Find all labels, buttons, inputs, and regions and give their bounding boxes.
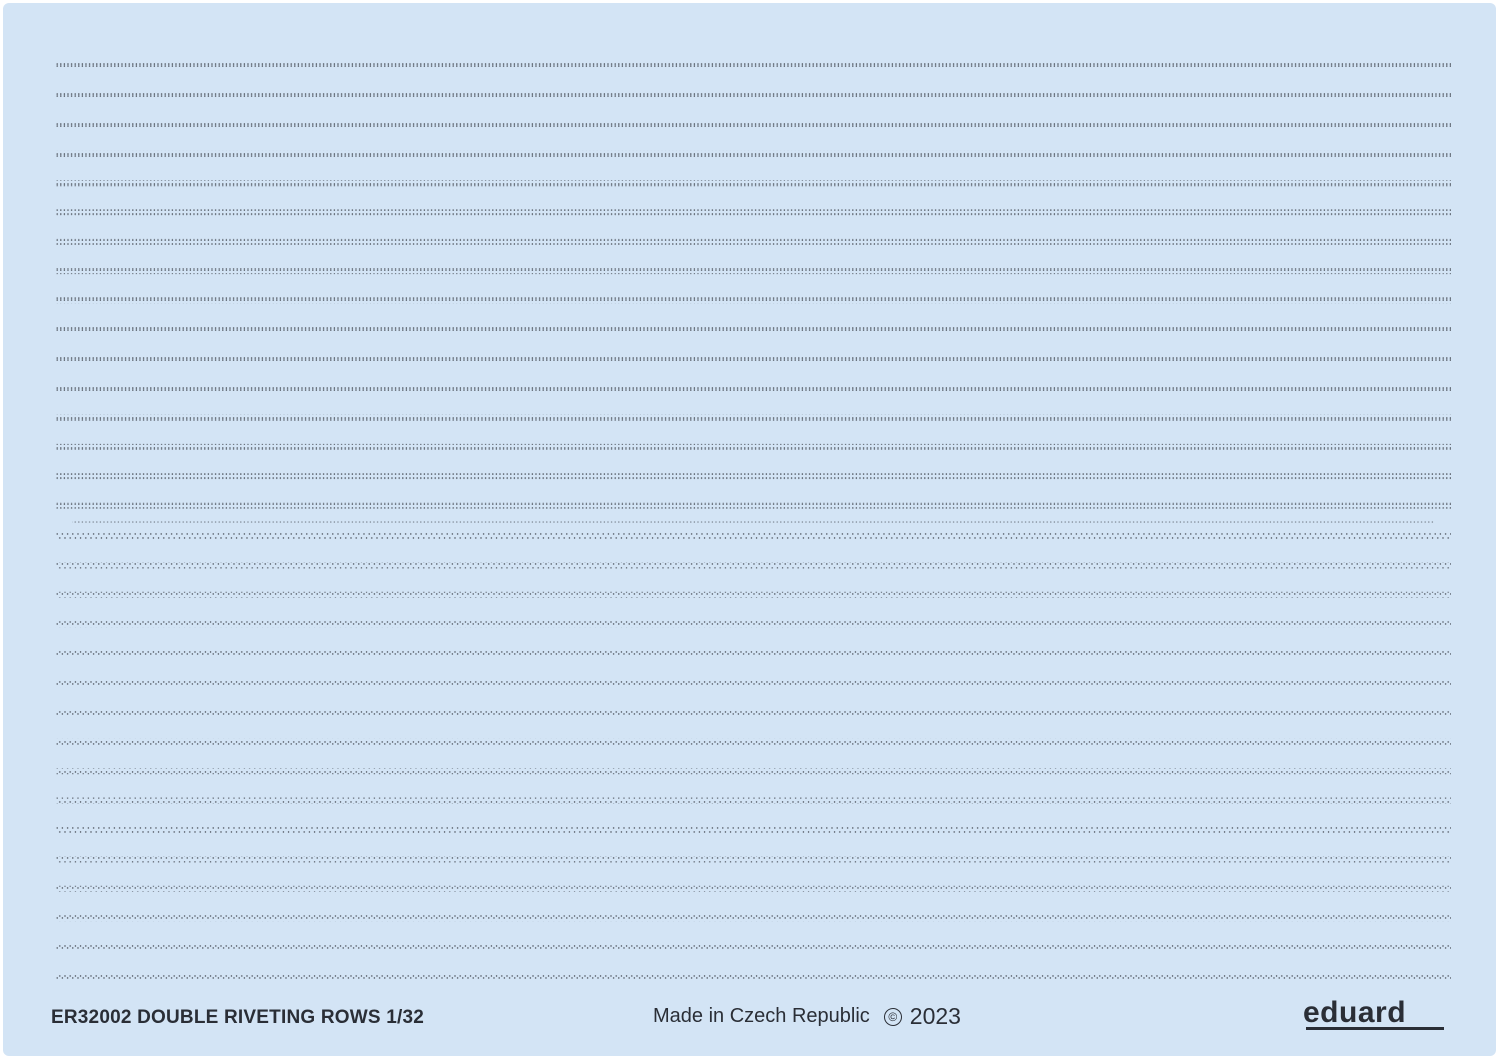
straight-rivet-row [56,326,1451,333]
staggered-rivet-row [56,974,1451,980]
straight-rivet-row [56,150,1451,157]
logo-underline [1306,1027,1444,1030]
staggered-rivet-row [56,533,1451,539]
straight-rivet-row [56,121,1451,128]
riveting-rows-graphic [56,63,1451,980]
straight-rivet-row [56,297,1451,304]
straight-rivet-row [56,473,1451,480]
staggered-rivet-row [56,591,1451,598]
staggered-rivet-row [56,562,1451,569]
straight-rivet-row [56,268,1451,275]
eduard-logo: eduard [1303,996,1407,1029]
straight-rivet-row [56,385,1451,392]
staggered-rivet-row [56,650,1451,657]
straight-double-rows [56,63,1451,523]
staggered-rivet-row [56,885,1451,892]
staggered-rivet-row [56,738,1451,745]
staggered-rivet-row [56,709,1451,716]
straight-rivet-row [56,356,1451,362]
staggered-rivet-row [56,797,1451,804]
copyright-icon: © [883,1007,902,1026]
decal-sheet: ER32002 DOUBLE RIVETING ROWS 1/32 Made i… [3,3,1496,1056]
origin-line: Made in Czech Republic © 2023 [653,1003,961,1030]
staggered-rivet-row [56,915,1451,922]
staggered-rivet-row [56,768,1451,775]
staggered-rivet-row [56,621,1451,628]
straight-rivet-row [56,414,1451,421]
straight-rivet-row [56,238,1451,245]
straight-rivet-row [56,443,1451,450]
straight-rivet-row [56,502,1451,509]
staggered-double-rows [56,533,1451,980]
straight-rivet-row [56,63,1451,69]
staggered-rivet-row [56,944,1451,951]
staggered-rivet-row [56,827,1451,833]
product-code-label: ER32002 DOUBLE RIVETING ROWS 1/32 [51,1007,424,1028]
origin-text: Made in Czech Republic [653,1005,870,1027]
straight-rivet-row [56,209,1451,216]
straight-rivet-row [56,92,1451,99]
straight-rivet-row [56,180,1451,187]
copyright-year: 2023 [909,1003,961,1029]
copyright-notice: © 2023 [883,1003,961,1030]
divider-rivet-row [72,521,1435,523]
staggered-rivet-row [56,856,1451,863]
riveting-rows-area [56,59,1451,984]
staggered-rivet-row [56,680,1451,686]
